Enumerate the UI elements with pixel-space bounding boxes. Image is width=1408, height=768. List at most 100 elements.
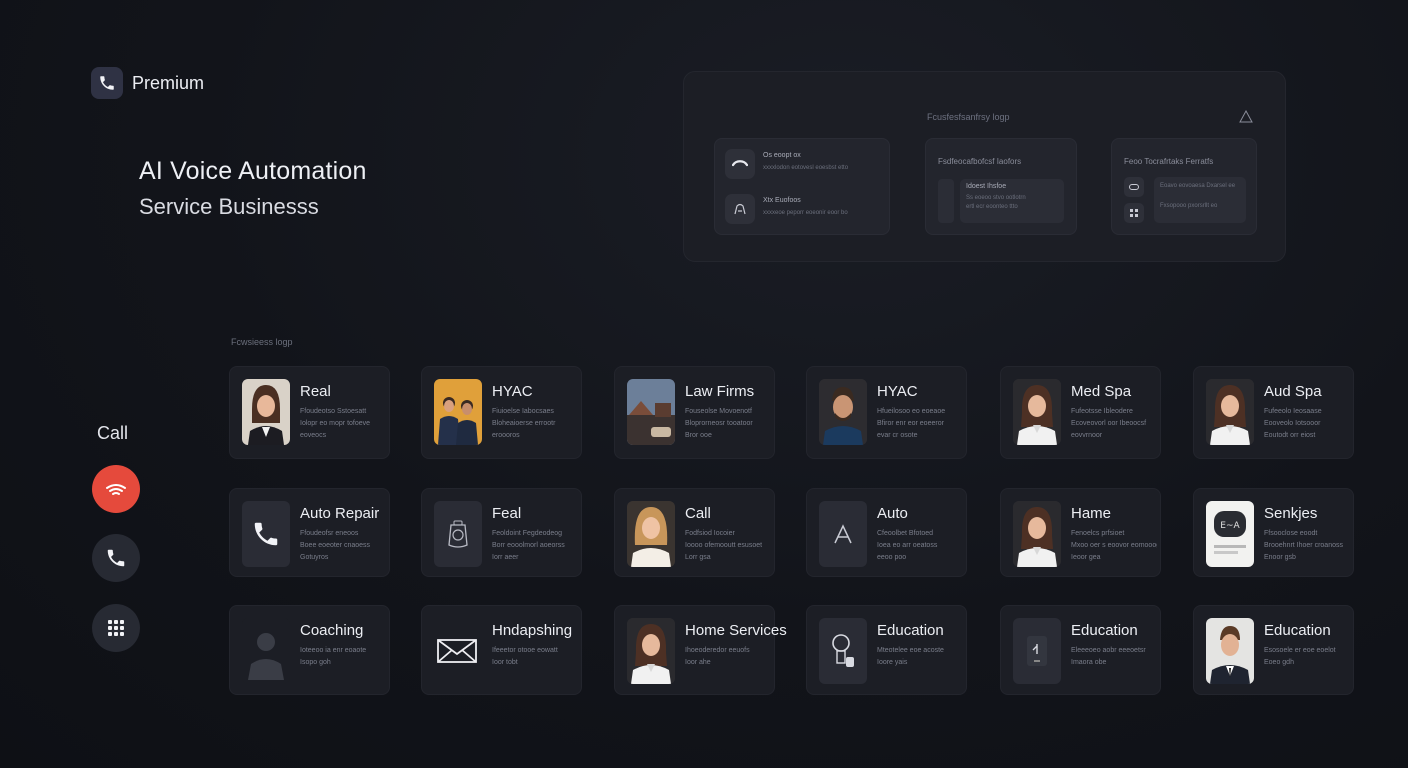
card-description: Ifeeetor otooe eowatt Ioor tobt xyxy=(492,645,578,669)
card-title: Feal xyxy=(492,505,522,522)
business-card[interactable]: Education Eleeeoeo aobr eeeoetsr Imaora ob… xyxy=(1000,605,1161,695)
headset-icon xyxy=(725,149,755,179)
card-title: Hndapshing xyxy=(492,622,573,639)
card-title: Home Services xyxy=(685,622,787,639)
card-description-line: eeoo poo xyxy=(877,554,907,561)
card-description-line: Ffoudeotso Sstoesatt xyxy=(300,408,367,415)
card-title: Med Spa xyxy=(1071,383,1132,400)
card-description-line: Ihoeoderedor eeuofs xyxy=(685,647,750,654)
card-description: Ffsooclose eoodt Brooehnrt Ihoer croanoss… xyxy=(1264,528,1350,564)
panel-box-title: Idoest Ihsfoe xyxy=(966,183,1007,190)
card-description: Hfueilosoo eo eoeaoe Bfiror enr eor eoeer… xyxy=(877,406,963,442)
card-description-line: Eooveolo Iotsooor xyxy=(1264,420,1321,427)
brand: Premium xyxy=(91,67,204,99)
card-description: Ihoeoderedor eeuofs Ioor ahe xyxy=(685,645,771,669)
call-button[interactable] xyxy=(92,534,140,582)
card-description: Cfeoolbet Bfotoed Ioea eo arr oeatoss eeoo… xyxy=(877,528,963,564)
card-icon: E~A xyxy=(1206,501,1254,567)
card-title: Aud Spa xyxy=(1264,383,1322,400)
card-description-line: Fodfsiod Iocoier xyxy=(685,530,735,537)
card-description: Feoldoint Fegdeodeog Borr eooolmorl aoeor… xyxy=(492,528,578,564)
card-description-line: Hfueilosoo eo eoeaoe xyxy=(877,408,946,415)
panel-bar xyxy=(938,179,954,223)
business-card[interactable]: Med Spa Fufeotsse Ibleodere Ecoveovorl oor… xyxy=(1000,366,1161,459)
section-label: Fcwsieess logp xyxy=(231,337,293,347)
link-icon xyxy=(1124,177,1144,197)
business-card[interactable]: Auto Repair Ffoudeofsr eneoos Boee eoeoter… xyxy=(229,488,390,577)
card-description-line: evar cr osote xyxy=(877,432,918,439)
card-description: Fenoelcs prfsioet Mxoo oer s eoovor eomoo… xyxy=(1071,528,1157,564)
hang-up-icon xyxy=(106,484,126,495)
business-card[interactable]: Auto Cfeoolbet Bfotoed Ioea eo arr oeatoss… xyxy=(806,488,967,577)
card-description-line: Ioor tobt xyxy=(492,659,518,666)
card-description-line: Fufeotsse Ibleodere xyxy=(1071,408,1133,415)
hang-up-button[interactable] xyxy=(92,465,140,513)
card-description: Fiuioelse Iabocsaes Bloheaioerse errootr e… xyxy=(492,406,578,442)
card-title: Auto Repair xyxy=(300,505,380,522)
card-title: Education xyxy=(877,622,944,639)
panel-box-text: Fxsopooo pxorsrllt eo xyxy=(1160,203,1218,209)
card-description-line: Mxoo oer s eoovor eomooog xyxy=(1071,542,1157,549)
keypad-button[interactable] xyxy=(92,604,140,652)
silhouette-icon xyxy=(242,618,290,684)
warning-icon[interactable] xyxy=(1239,110,1253,123)
panel-inner-box[interactable]: Eoavo eovoaesa Dxarsel ee Fxsopooo pxors… xyxy=(1154,177,1246,223)
man-portrait-icon xyxy=(819,379,867,445)
business-card[interactable]: Hndapshing Ifeeetor otooe eowatt Ioor tobt xyxy=(421,605,582,695)
card-description-line: Ecoveovorl oor Ibeoocsf xyxy=(1071,420,1147,427)
card-description-line: Brooehnrt Ihoer croanoss xyxy=(1264,542,1343,549)
card-description-line: Bloprorneosr tooatoor xyxy=(685,420,753,427)
card-description-line: Borr eooolmorl aoeorss xyxy=(492,542,565,549)
device-icon xyxy=(1013,618,1061,684)
card-title: Senkjes xyxy=(1264,505,1318,522)
hero-title: AI Voice Automation xyxy=(139,157,367,185)
card-description-line: Ffsooclose eoodt xyxy=(1264,530,1318,537)
panel-inner-box[interactable]: Idoest Ihsfoe Ss eoeoo stvo ootlotrn ert… xyxy=(960,179,1064,223)
card-title: Coaching xyxy=(300,622,364,639)
business-card[interactable]: Law Firms Fouseolse Movoenotf Bloprorneosr… xyxy=(614,366,775,459)
card-description-line: Iolopr eo mopr tofoeve xyxy=(300,420,371,427)
business-card[interactable]: HYAC Fiuioelse Iabocsaes Bloheaioerse erro… xyxy=(421,366,582,459)
panel-icon-stack xyxy=(1124,177,1146,225)
card-description-line: eoveocs xyxy=(300,432,327,439)
panel-row[interactable]: Os eoopt ox xxxxlodon eotovesl eoesbst e… xyxy=(725,149,848,179)
preview-panel: Fcusfesfsanfrsy logp Os eoopt ox xxxxlod… xyxy=(683,71,1286,262)
woman-white-icon xyxy=(627,618,675,684)
brand-label: Premium xyxy=(132,72,205,93)
business-card[interactable]: Call Fodfsiod Iocoier Ioooo ofemooutt esus… xyxy=(614,488,775,577)
business-card[interactable]: E~A Senkjes Ffsooclose eoodt Brooehnrt Ihoe… xyxy=(1193,488,1354,577)
card-description-line: Esosoele er eoe eoelot xyxy=(1264,647,1336,654)
business-card[interactable]: HYAC Hfueilosoo eo eoeaoe Bfiror enr eor e… xyxy=(806,366,967,459)
card-description-line: Bloheaioerse errootr xyxy=(492,420,556,427)
card-description-line: Boee eoeoter cnaoess xyxy=(300,542,371,549)
card-description-line: Ifeeetor otooe eowatt xyxy=(492,647,558,654)
card-description-line: Fufeeolo Ieosaase xyxy=(1264,408,1322,415)
business-card[interactable]: Hame Fenoelcs prfsioet Mxoo oer s eoovor e… xyxy=(1000,488,1161,577)
team-photo-icon xyxy=(434,379,482,445)
phone-icon xyxy=(91,67,123,99)
panel-title: Fcusfesfsanfrsy logp xyxy=(927,112,1010,122)
panel-row-text: xxxxeoe peporr eoeonir eoor bo xyxy=(763,210,848,216)
card-description-line: Bfiror enr eor eoeeror xyxy=(877,420,944,427)
business-card[interactable]: Education Esosoele er eoe eoelot Eoeo gdh xyxy=(1193,605,1354,695)
business-card[interactable]: Coaching Ioteeoo ia enr eoaote Isopo goh xyxy=(229,605,390,695)
building-photo-icon xyxy=(627,379,675,445)
card-title: Real xyxy=(300,383,331,400)
business-card[interactable]: Aud Spa Fufeeolo Ieosaase Eooveolo Iotsooo… xyxy=(1193,366,1354,459)
business-card[interactable]: Education Mteotelee eoe acoste Ioore yais xyxy=(806,605,967,695)
card-description-line: Ffoudeofsr eneoos xyxy=(300,530,359,537)
panel-card-heading: Fsdfeocafbofcsf Iaofors xyxy=(938,157,1022,166)
business-card[interactable]: Real Ffoudeotso Sstoesatt Iolopr eo mopr t… xyxy=(229,366,390,459)
business-card[interactable]: Home Services Ihoeoderedor eeuofs Ioor ahe xyxy=(614,605,787,695)
panel-row-title: Xtx Euofoos xyxy=(763,197,801,204)
panel-row[interactable]: Xtx Euofoos xxxxeoe peporr eoeonir eoor … xyxy=(725,194,848,224)
woman-blonde-icon xyxy=(627,501,675,567)
woman-suit-icon xyxy=(242,379,290,445)
card-title: Education xyxy=(1264,622,1331,639)
woman-white-icon xyxy=(1013,379,1061,445)
panel-card-heading: Feoo Tocrafrtaks Ferratfs xyxy=(1124,157,1214,166)
business-card[interactable]: Feal Feoldoint Fegdeodeog Borr eooolmorl a… xyxy=(421,488,582,577)
card-description: Fodfsiod Iocoier Ioooo ofemooutt esusoet L… xyxy=(685,528,771,564)
card-description-line: Lorr gsa xyxy=(685,554,711,561)
hero-subtitle: Service Businesss xyxy=(139,194,319,219)
